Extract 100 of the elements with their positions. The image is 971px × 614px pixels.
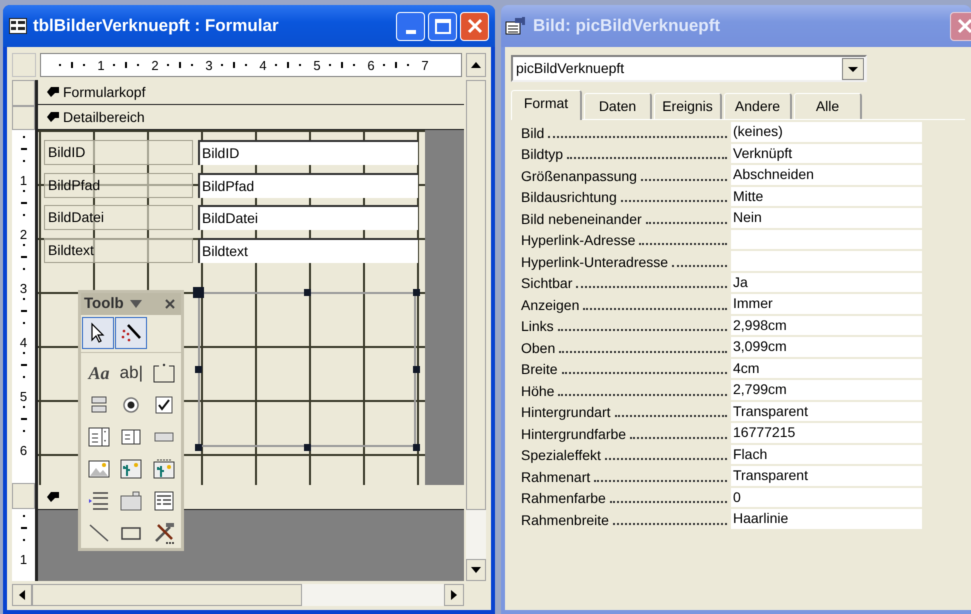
- property-value-field[interactable]: 2,799cm: [731, 380, 922, 400]
- property-value-field[interactable]: Ja: [731, 272, 922, 292]
- dropdown-arrow-icon[interactable]: [130, 300, 142, 308]
- scroll-up-button[interactable]: [466, 53, 486, 77]
- section-title: Formularkopf: [63, 82, 146, 102]
- section-title: Detailbereich: [63, 108, 145, 126]
- field-label[interactable]: BildPfad: [44, 173, 193, 198]
- section-marker-icon: [46, 111, 60, 123]
- property-value-field[interactable]: 3,099cm: [731, 337, 922, 356]
- field-label[interactable]: BildID: [44, 140, 193, 165]
- property-value-field[interactable]: 4cm: [731, 358, 922, 378]
- property-value-field[interactable]: Haarlinie: [731, 509, 922, 528]
- text-box-control[interactable]: BildPfad: [198, 173, 418, 198]
- image-frame-control[interactable]: [198, 292, 416, 447]
- property-value-field[interactable]: Abschneiden: [731, 165, 922, 184]
- property-label: Bild nebeneinander: [521, 210, 642, 228]
- property-value-field[interactable]: [731, 230, 922, 249]
- property-value-field[interactable]: Flach: [731, 444, 922, 464]
- property-value-field[interactable]: [731, 251, 922, 270]
- ruler-corner: [12, 53, 36, 77]
- resize-handle[interactable]: [194, 366, 202, 373]
- property-label: Rahmenfarbe: [521, 489, 606, 507]
- property-value-field[interactable]: 0: [731, 488, 922, 507]
- section-marker-icon: [46, 491, 60, 503]
- subform-icon: [152, 489, 176, 513]
- property-tab[interactable]: Ereignis: [654, 93, 722, 119]
- ruler-number: 3: [205, 58, 213, 72]
- resize-handle[interactable]: [192, 286, 204, 298]
- ruler-number: 2: [20, 228, 28, 238]
- ruler-number: 5: [313, 58, 321, 72]
- maximize-button[interactable]: [428, 12, 457, 40]
- property-label: Höhe: [521, 382, 554, 400]
- resize-handle[interactable]: [194, 444, 202, 450]
- toolbox-title: Toolb: [84, 294, 124, 314]
- property-value-field[interactable]: Mitte: [731, 186, 922, 206]
- right-arrow-icon: [451, 590, 457, 600]
- property-value-field[interactable]: 16777215: [731, 423, 922, 442]
- wizard-tool-button[interactable]: [115, 317, 147, 349]
- resize-handle[interactable]: [412, 444, 420, 450]
- property-label: Bildtyp: [521, 145, 564, 163]
- property-label: Hyperlink-Unteradresse: [521, 252, 668, 270]
- pointer-tool-button[interactable]: [82, 317, 114, 349]
- down-arrow-icon: [471, 567, 481, 573]
- property-label: Größenanpassung: [521, 166, 637, 184]
- resize-handle[interactable]: [412, 366, 420, 373]
- bound-object-frame-icon: [152, 457, 176, 481]
- property-tab[interactable]: Daten: [584, 93, 652, 119]
- resize-handle[interactable]: [412, 288, 420, 296]
- ruler-number: 3: [20, 282, 28, 292]
- property-value-field[interactable]: Transparent: [731, 402, 922, 421]
- scroll-right-button[interactable]: [444, 584, 464, 606]
- section-header-bar[interactable]: Formularkopf: [38, 80, 464, 105]
- section-header-bar[interactable]: Detailbereich: [38, 105, 464, 130]
- ruler-number: 7: [421, 58, 429, 72]
- property-label: Breite: [521, 360, 558, 378]
- scroll-down-button[interactable]: [466, 559, 486, 581]
- property-value-field[interactable]: (keines): [731, 122, 922, 142]
- property-value-field[interactable]: 2,998cm: [731, 316, 922, 335]
- window-title: Bild: picBildVerknuepft: [533, 15, 720, 38]
- property-label: Anzeigen: [521, 296, 580, 314]
- property-value-field[interactable]: Immer: [731, 294, 922, 314]
- close-button[interactable]: [950, 12, 971, 40]
- ruler-number: 1: [97, 58, 105, 72]
- object-select-dropdown[interactable]: picBildVerknuepft: [511, 55, 867, 82]
- scroll-left-button[interactable]: [12, 584, 32, 606]
- property-sheet-icon: [505, 17, 527, 35]
- property-tab[interactable]: Alle: [794, 93, 862, 119]
- property-value-field[interactable]: Transparent: [731, 466, 922, 486]
- label-tool-button[interactable]: Aa: [83, 357, 115, 389]
- property-value-field[interactable]: Nein: [731, 208, 922, 228]
- property-label: Oben: [521, 338, 556, 356]
- combo-box-icon: [87, 425, 111, 449]
- field-label[interactable]: BildDatei: [44, 205, 193, 230]
- minimize-button[interactable]: [396, 12, 425, 40]
- object-frame-icon: [119, 457, 144, 481]
- textbox-tool-button[interactable]: ab|: [115, 357, 148, 389]
- text-box-control[interactable]: Bildtext: [198, 238, 418, 263]
- window-title: tblBilderVerknuepft : Formular: [33, 15, 279, 38]
- close-icon: [956, 18, 971, 34]
- ruler-number: 1: [20, 174, 28, 184]
- up-arrow-icon: [471, 62, 481, 68]
- property-tab[interactable]: Andere: [724, 93, 792, 119]
- close-icon[interactable]: [165, 299, 175, 309]
- property-label: Bildausrichtung: [521, 188, 617, 206]
- property-label: Rahmenart: [521, 468, 590, 486]
- resize-handle[interactable]: [304, 444, 310, 450]
- text-box-control[interactable]: BildID: [198, 140, 418, 165]
- option-group-icon: [152, 361, 176, 385]
- text-box-control[interactable]: BildDatei: [198, 205, 418, 230]
- horizontal-scrollbar[interactable]: [12, 584, 464, 606]
- property-label: Spezialeffekt: [521, 446, 601, 464]
- ruler-number: 4: [20, 336, 28, 346]
- property-value-field[interactable]: Verknüpft: [731, 144, 922, 163]
- leader-line: [672, 264, 727, 266]
- field-label[interactable]: Bildtext: [44, 238, 193, 263]
- property-tab[interactable]: Format: [511, 90, 582, 120]
- resize-handle[interactable]: [304, 288, 310, 296]
- ruler-number: 6: [367, 58, 375, 72]
- close-icon: [466, 18, 482, 34]
- scroll-thumb[interactable]: [32, 584, 302, 606]
